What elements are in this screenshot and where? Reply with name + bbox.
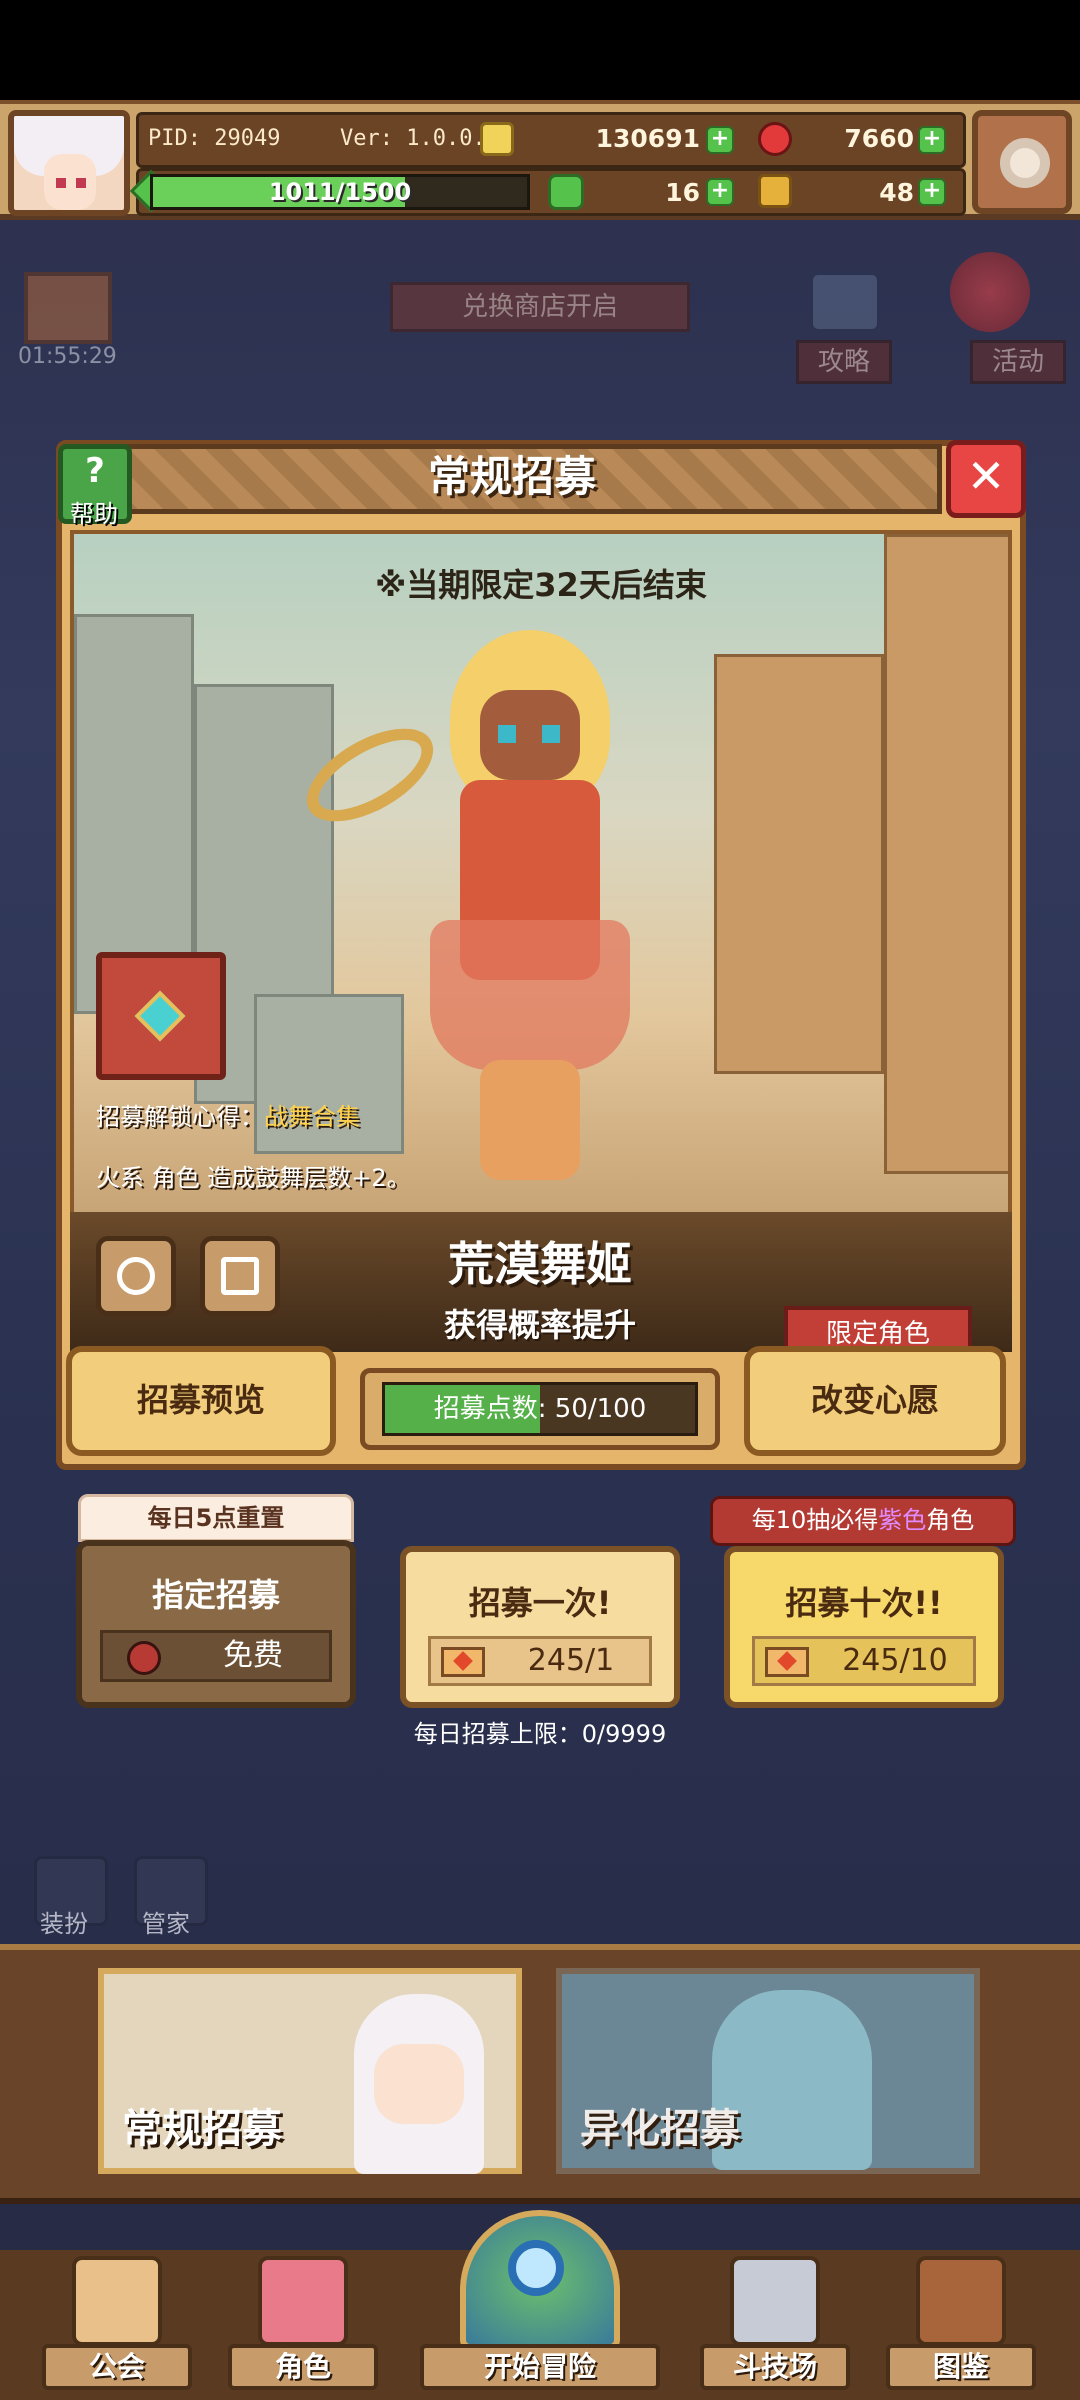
nav-arena[interactable]: 斗技场 <box>700 2256 850 2390</box>
nav-start-label: 开始冒险 <box>420 2344 660 2390</box>
outfit-label: 装扮 <box>40 1910 88 1938</box>
guarantee-suffix: 角色 <box>926 1506 975 1534</box>
nav-arena-label: 斗技场 <box>700 2344 850 2390</box>
clover-amount: 16 <box>665 178 700 207</box>
ticket-amount: 48 <box>879 178 914 207</box>
gift-box-icon[interactable] <box>24 272 112 344</box>
magnifier-icon <box>117 1257 155 1295</box>
nav-character[interactable]: 角色 <box>228 2256 378 2390</box>
gold-amount: 130691 <box>595 124 700 153</box>
nav-guild[interactable]: 公会 <box>42 2256 192 2390</box>
nav-codex[interactable]: 图鉴 <box>886 2256 1036 2390</box>
magnifier-icon <box>508 2240 564 2296</box>
list-icon <box>221 1257 259 1295</box>
gear-icon <box>1000 138 1050 188</box>
designated-cost-text: 免费 <box>223 1638 283 1673</box>
guarantee-prefix: 每10抽必得 <box>751 1506 879 1534</box>
daily-recruit-limit: 每日招募上限：0/9999 <box>413 1720 667 1748</box>
aberrant-recruit-card[interactable]: 异化招募 <box>556 1968 980 2174</box>
unlock-prefix: 招募解锁心得： <box>96 1103 264 1131</box>
stamina-bar: 1011/1500 <box>150 174 530 210</box>
designated-recruit-button[interactable] <box>76 1540 356 1708</box>
nav-start-adventure[interactable]: 开始冒险 <box>420 2210 660 2400</box>
red-gem-icon <box>758 122 792 156</box>
recruit-preview-button[interactable]: 招募预览 <box>66 1346 336 1456</box>
recruit-once-button[interactable]: 招募一次! 245/1 <box>400 1546 680 1708</box>
guarantee-color: 紫色 <box>878 1506 927 1534</box>
recruit-points-text: 招募点数: 50/100 <box>433 1394 647 1424</box>
character-name: 荒漠舞姬 <box>448 1237 632 1291</box>
recruit-once-cost-text: 245/1 <box>527 1643 615 1678</box>
add-ticket-button[interactable]: + <box>918 178 946 206</box>
close-icon: ✕ <box>966 449 1006 503</box>
game-version: Ver: 1.0.0.4 <box>340 126 499 151</box>
gem-amount: 7660 <box>844 124 914 153</box>
aberrant-recruit-card-label: 异化招募 <box>580 2106 740 2152</box>
unlock-insight-text: 招募解锁心得：战舞合集 <box>96 1097 360 1132</box>
dialog-title: 常规招募 <box>427 452 596 501</box>
guild-house-icon <box>72 2256 162 2346</box>
guide-button[interactable]: 攻略 <box>796 340 892 384</box>
nav-guild-label: 公会 <box>42 2344 192 2390</box>
rate-up-text: 获得概率提升 <box>443 1306 636 1344</box>
guarantee-tag: 每10抽必得紫色角色 <box>710 1496 1016 1546</box>
player-id: PID: 29049 <box>148 126 281 151</box>
limited-time-notice: ※当期限定32天后结束 <box>375 566 707 604</box>
recruit-once-cost: 245/1 <box>428 1636 652 1686</box>
crossed-swords-icon <box>730 2256 820 2346</box>
ticket-icon <box>758 174 792 208</box>
red-orb-icon <box>127 1641 161 1675</box>
recruit-ten-label: 招募十次!! <box>785 1584 943 1622</box>
add-clover-button[interactable]: + <box>706 178 734 206</box>
heart-ticket-icon <box>441 1647 485 1677</box>
clover-icon <box>548 174 584 210</box>
daily-reset-tag: 每日5点重置 <box>78 1494 354 1542</box>
character-icon <box>258 2256 348 2346</box>
help-label: 帮助 <box>70 500 118 528</box>
nav-codex-label: 图鉴 <box>886 2344 1036 2390</box>
unlock-name: 战舞合集 <box>264 1103 360 1131</box>
player-avatar[interactable] <box>8 110 130 216</box>
designated-recruit-label: 指定招募 <box>151 1576 280 1614</box>
guide-icon <box>810 272 880 332</box>
gift-timer: 01:55:29 <box>18 344 117 369</box>
butler-label: 管家 <box>142 1910 190 1938</box>
balloon-icon <box>950 252 1030 332</box>
recruit-points-bar: 招募点数: 50/100 <box>382 1382 698 1436</box>
add-gem-button[interactable]: + <box>918 126 946 154</box>
stamina-text: 1011/1500 <box>268 178 412 206</box>
gold-coin-icon <box>480 122 514 156</box>
unlock-book-icon[interactable] <box>96 952 226 1080</box>
event-button[interactable]: 活动 <box>970 340 1066 384</box>
settings-gear-button[interactable] <box>972 110 1072 214</box>
add-gold-button[interactable]: + <box>706 126 734 154</box>
nav-character-label: 角色 <box>228 2344 378 2390</box>
normal-recruit-card[interactable]: 常规招募 <box>98 1968 522 2174</box>
recruit-once-label: 招募一次! <box>468 1584 612 1622</box>
status-bar-area <box>0 0 1080 100</box>
heart-ticket-icon <box>765 1647 809 1677</box>
close-button[interactable]: ✕ <box>946 440 1026 518</box>
book-icon <box>916 2256 1006 2346</box>
recruit-ten-cost: 245/10 <box>752 1636 976 1686</box>
change-wish-button[interactable]: 改变心愿 <box>744 1346 1006 1456</box>
shop-open-banner[interactable]: 兑换商店开启 <box>390 282 690 332</box>
designated-cost: 免费 <box>100 1630 332 1682</box>
search-button[interactable] <box>96 1236 176 1316</box>
recruit-ten-cost-text: 245/10 <box>842 1643 948 1678</box>
normal-recruit-card-label: 常规招募 <box>122 2106 282 2152</box>
recruit-ten-button[interactable]: 招募十次!! 245/10 <box>724 1546 1004 1708</box>
unlock-effect-text: 火系 角色 造成鼓舞层数+2。 <box>96 1164 411 1192</box>
detail-list-button[interactable] <box>200 1236 280 1316</box>
question-icon: ? <box>85 451 105 491</box>
